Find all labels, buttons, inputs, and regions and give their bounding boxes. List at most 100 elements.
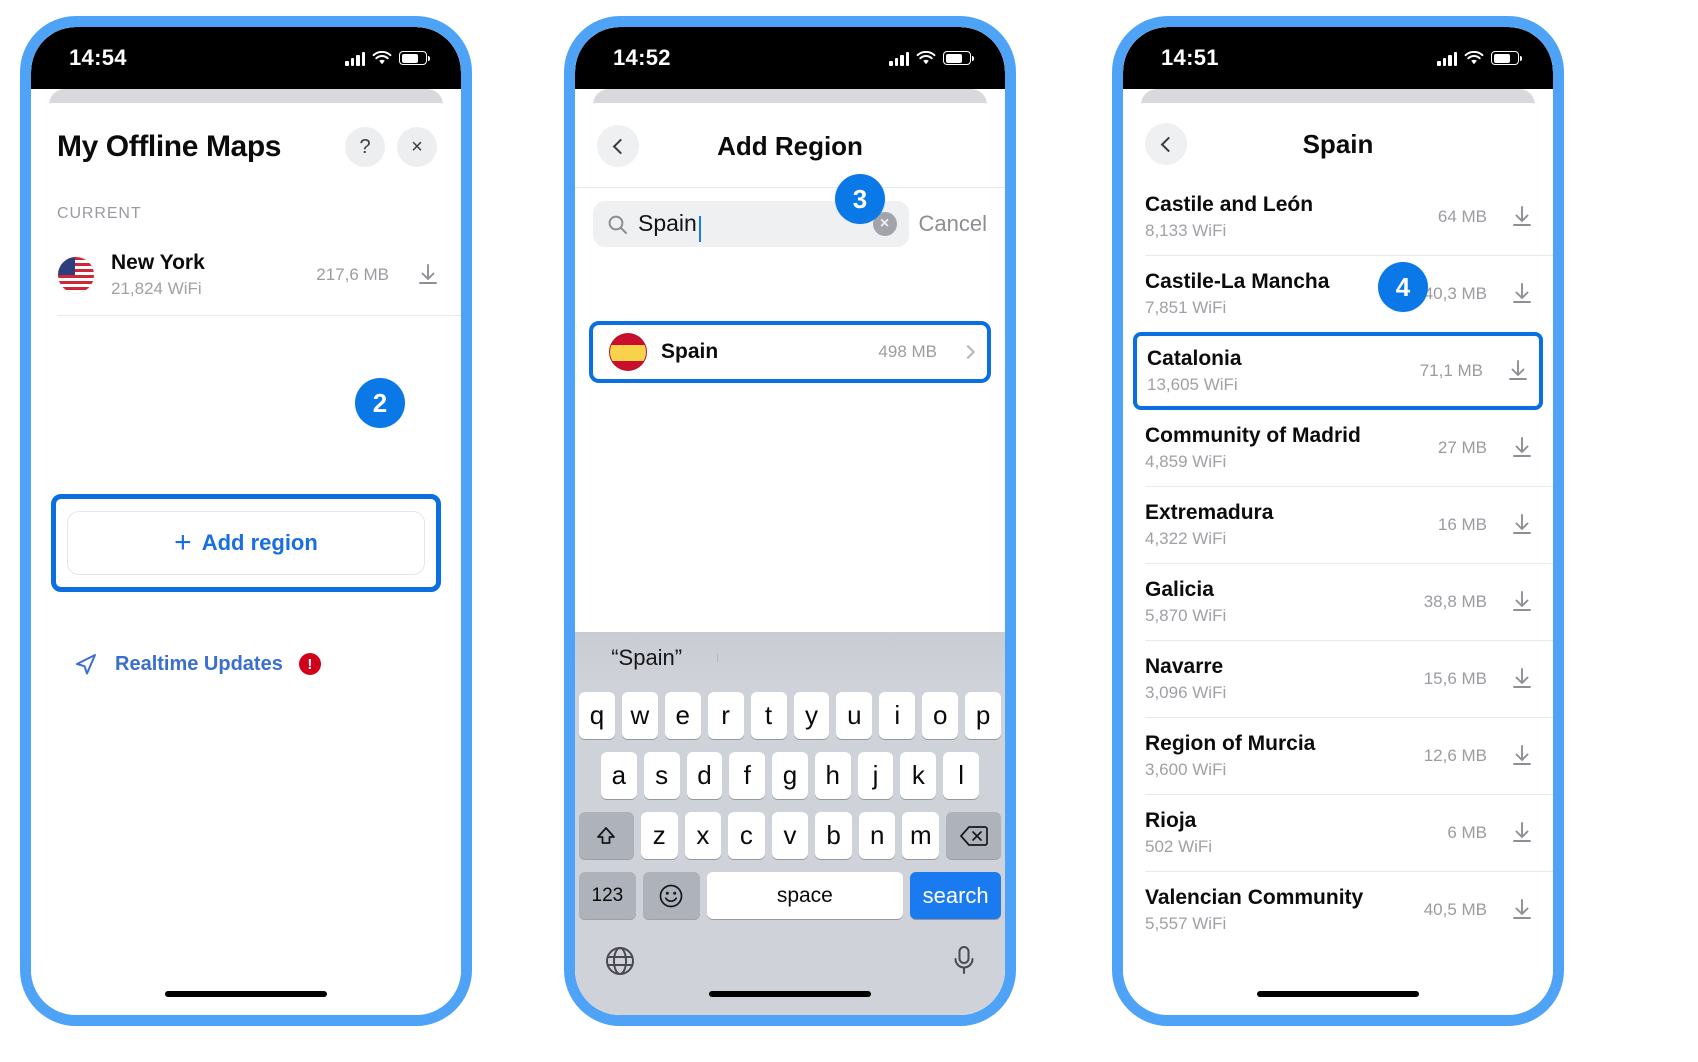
phone-3-status-bar: 14:51 — [1123, 27, 1553, 89]
keyboard-row-2: a s d f g h j k l — [579, 752, 1001, 799]
download-icon[interactable] — [417, 263, 439, 287]
key-w[interactable]: w — [621, 692, 658, 739]
key-j[interactable]: j — [857, 752, 894, 799]
phone-1-screen: 14:54 My Offline Maps ? × CURRENT New Yo… — [31, 27, 461, 1015]
battery-icon — [399, 51, 430, 65]
list-item[interactable]: Catalonia 13,605 WiFi 71,1 MB — [1133, 332, 1543, 410]
download-icon[interactable] — [1511, 282, 1533, 306]
backspace-key-icon[interactable] — [946, 812, 1001, 859]
keyboard-rows: q w e r t y u i o p a s d f g h j k l z … — [575, 684, 1005, 919]
search-key[interactable]: search — [910, 872, 1002, 919]
key-g[interactable]: g — [772, 752, 808, 799]
map-size: 217,6 MB — [316, 265, 389, 284]
back-button[interactable] — [1145, 123, 1187, 165]
space-key[interactable]: space — [706, 872, 904, 919]
region-name: Extremadura — [1145, 501, 1274, 524]
key-k[interactable]: k — [900, 752, 937, 799]
download-icon[interactable] — [1511, 205, 1533, 229]
key-x[interactable]: x — [684, 812, 722, 859]
key-h[interactable]: h — [814, 752, 851, 799]
region-name: Community of Madrid — [1145, 424, 1361, 447]
realtime-updates-row[interactable]: Realtime Updates ! — [73, 651, 321, 677]
key-z[interactable]: z — [640, 812, 678, 859]
list-item[interactable]: Galicia 5,870 WiFi 38,8 MB — [1123, 564, 1553, 640]
list-item[interactable]: Community of Madrid 4,859 WiFi 27 MB — [1123, 410, 1553, 486]
list-item[interactable]: Castile-La Mancha 7,851 WiFi 40,3 MB — [1123, 256, 1553, 332]
region-wifi-count: 5,870 WiFi — [1145, 606, 1227, 625]
status-time: 14:54 — [69, 45, 127, 70]
list-item[interactable]: Rioja 502 WiFi 6 MB — [1123, 795, 1553, 871]
search-result-highlight[interactable]: Spain 498 MB — [589, 321, 991, 383]
download-icon[interactable] — [1511, 590, 1533, 614]
region-wifi-count: 4,859 WiFi — [1145, 452, 1227, 471]
list-item[interactable]: Navarre 3,096 WiFi 15,6 MB — [1123, 641, 1553, 717]
wifi-icon — [1464, 50, 1484, 64]
numbers-key[interactable]: 123 — [579, 872, 636, 919]
list-item[interactable]: Extremadura 4,322 WiFi 16 MB — [1123, 487, 1553, 563]
key-o[interactable]: o — [922, 692, 959, 739]
download-icon[interactable] — [1511, 436, 1533, 460]
smiley-icon — [659, 884, 683, 907]
region-wifi-count: 8,133 WiFi — [1145, 221, 1227, 240]
key-l[interactable]: l — [943, 752, 980, 799]
download-icon[interactable] — [1511, 898, 1533, 922]
key-p[interactable]: p — [965, 692, 1002, 739]
key-y[interactable]: y — [793, 692, 830, 739]
download-icon[interactable] — [1507, 359, 1529, 383]
key-b[interactable]: b — [815, 812, 852, 859]
key-r[interactable]: r — [707, 692, 744, 739]
region-wifi-count: 502 WiFi — [1145, 837, 1213, 856]
chevron-right-icon — [960, 344, 976, 360]
realtime-updates-label: Realtime Updates — [115, 652, 283, 675]
page-title: Add Region — [717, 130, 863, 161]
region-size: 27 MB — [1437, 438, 1487, 457]
key-e[interactable]: e — [664, 692, 701, 739]
key-a[interactable]: a — [600, 752, 637, 799]
key-u[interactable]: u — [836, 692, 873, 739]
download-icon[interactable] — [1511, 667, 1533, 691]
key-t[interactable]: t — [750, 692, 787, 739]
key-s[interactable]: s — [643, 752, 680, 799]
download-icon[interactable] — [1511, 513, 1533, 537]
back-button[interactable] — [597, 125, 639, 167]
list-item-texts: Valencian Community 5,557 WiFi — [1145, 886, 1412, 934]
plus-icon: + — [174, 526, 192, 559]
microphone-icon[interactable] — [951, 944, 977, 978]
wifi-icon — [372, 50, 392, 64]
key-n[interactable]: n — [858, 812, 896, 859]
shift-key-icon[interactable] — [579, 812, 634, 859]
key-m[interactable]: m — [902, 812, 940, 859]
list-item[interactable]: Castile and León 8,133 WiFi 64 MB — [1123, 179, 1553, 255]
home-indicator — [165, 991, 327, 997]
shift-arrow-icon — [597, 826, 616, 844]
key-i[interactable]: i — [879, 692, 916, 739]
list-item[interactable]: New York 21,824 WiFi 217,6 MB — [31, 235, 461, 315]
download-icon[interactable] — [1511, 821, 1533, 845]
region-name: Castile and León — [1145, 193, 1314, 216]
cancel-button[interactable]: Cancel — [919, 211, 989, 237]
list-item[interactable]: Region of Murcia 3,600 WiFi 12,6 MB — [1123, 718, 1553, 794]
region-size: 498 MB — [878, 342, 937, 361]
emoji-key-icon[interactable] — [642, 872, 700, 919]
keyboard-row-1: q w e r t y u i o p — [578, 692, 1002, 739]
prediction-0[interactable]: “Spain” — [575, 645, 719, 671]
region-size: 15,6 MB — [1423, 669, 1487, 688]
region-name: Rioja — [1145, 809, 1197, 832]
globe-icon[interactable] — [603, 944, 637, 978]
add-region-button[interactable]: + Add region — [67, 511, 425, 575]
key-f[interactable]: f — [729, 752, 766, 799]
home-indicator — [709, 991, 871, 997]
key-d[interactable]: d — [686, 752, 723, 799]
key-q[interactable]: q — [578, 692, 615, 739]
key-c[interactable]: c — [728, 812, 765, 859]
search-value: Spain — [638, 210, 863, 242]
help-button[interactable]: ? — [345, 127, 385, 167]
region-size: 6 MB — [1447, 823, 1487, 842]
region-size: 38,8 MB — [1423, 592, 1487, 611]
list-item[interactable]: Valencian Community 5,557 WiFi 40,5 MB — [1123, 872, 1553, 948]
navigation-arrow-icon — [76, 654, 96, 675]
step-badge-4: 4 — [1378, 262, 1428, 312]
download-icon[interactable] — [1511, 744, 1533, 768]
key-v[interactable]: v — [771, 812, 809, 859]
close-button[interactable]: × — [397, 127, 437, 167]
